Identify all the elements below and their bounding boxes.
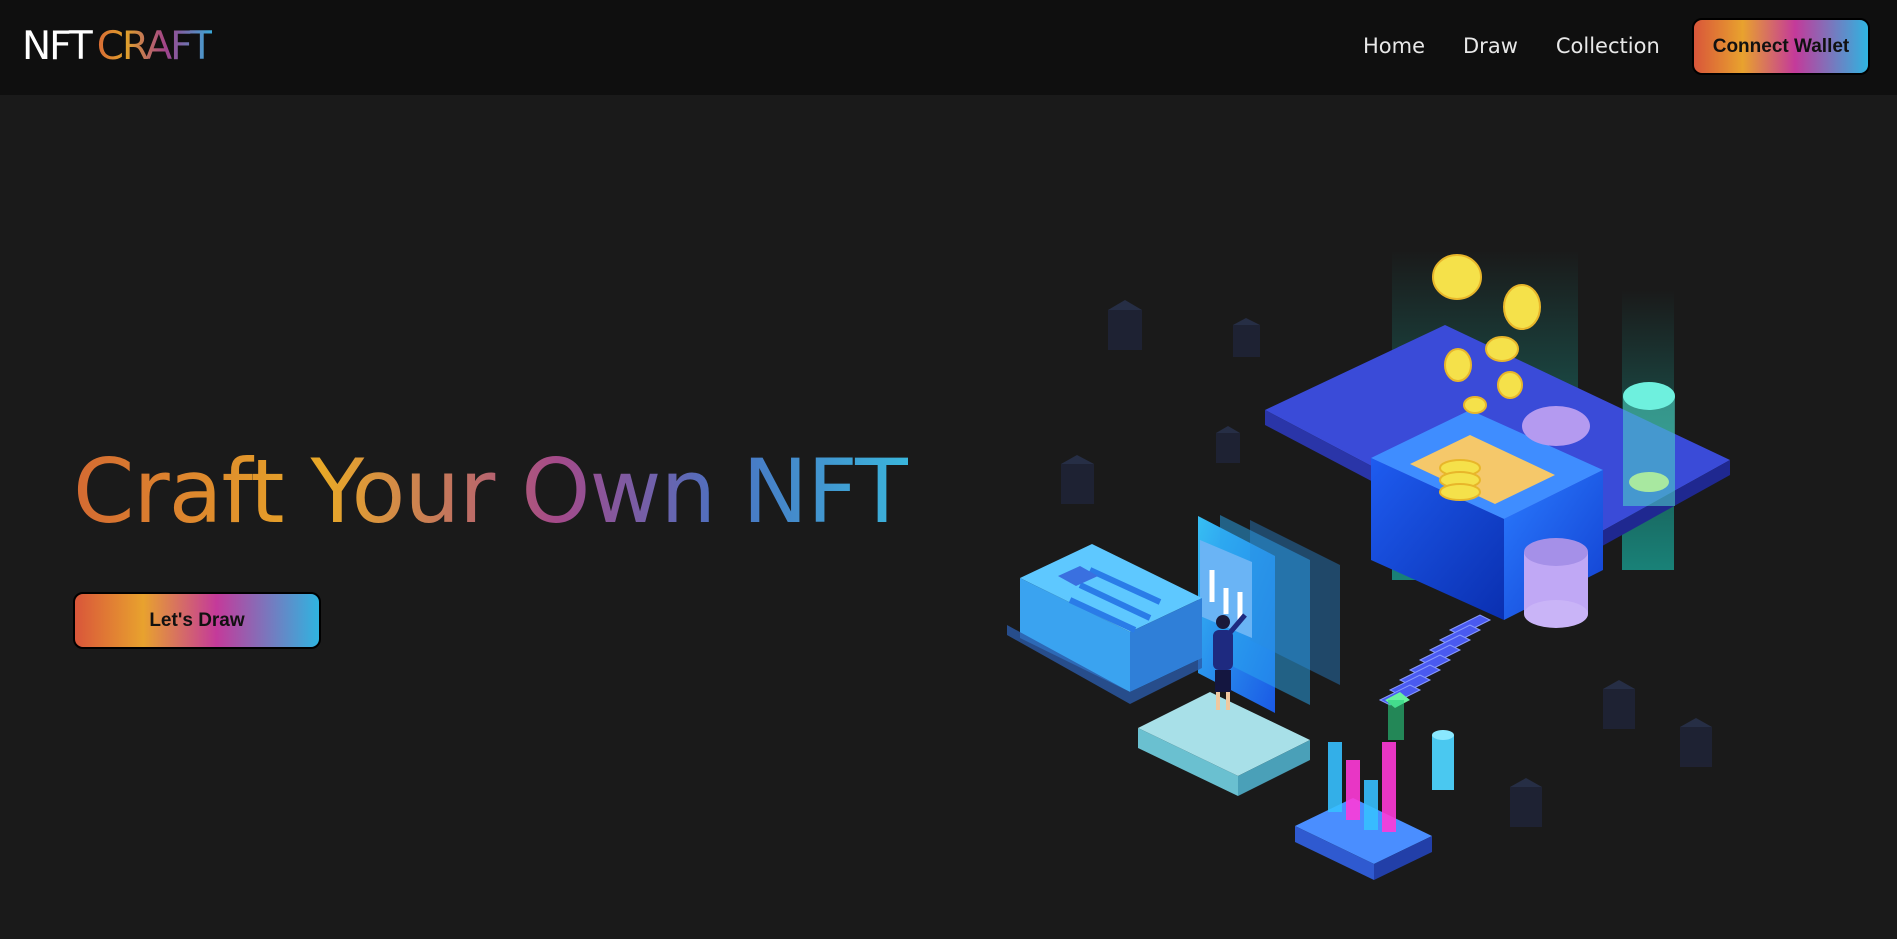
nav-link-draw[interactable]: Draw [1463,34,1518,58]
nav-link-collection[interactable]: Collection [1556,34,1660,58]
nav-link-home[interactable]: Home [1363,34,1425,58]
isometric-nft-platform-illustration [1007,250,1730,880]
connect-wallet-button[interactable]: Connect Wallet [1692,18,1870,75]
navbar: NFT CRAFT Home Draw Collection Connect Wa… [0,0,1897,95]
nav-links: Home Draw Collection [1363,34,1698,58]
logo-text-primary: NFT [22,24,93,69]
logo-text-gradient: CRAFT [96,24,214,69]
logo[interactable]: NFT CRAFT [22,24,214,69]
lets-draw-button[interactable]: Let's Draw [73,592,321,649]
hero-title: Craft Your Own NFT [73,440,909,543]
